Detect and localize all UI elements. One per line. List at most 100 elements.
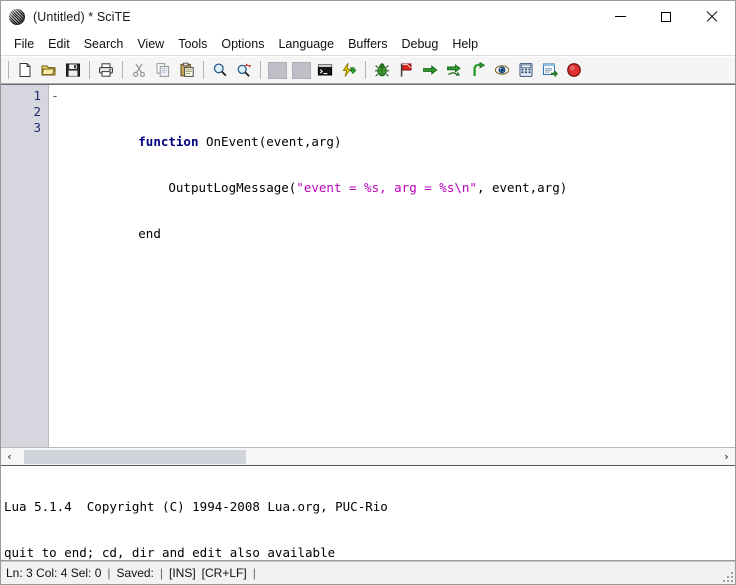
cut-icon	[132, 63, 145, 77]
open-file-button[interactable]	[38, 59, 60, 81]
calculator-button[interactable]	[515, 59, 537, 81]
toolbar-separator	[122, 61, 123, 79]
watch-button[interactable]	[491, 59, 513, 81]
print-button[interactable]	[95, 59, 117, 81]
status-saved: Saved:	[116, 566, 154, 580]
status-divider: |	[252, 566, 256, 580]
menu-help[interactable]: Help	[445, 35, 485, 53]
breakpoint-button[interactable]	[395, 59, 417, 81]
menu-options[interactable]: Options	[214, 35, 271, 53]
cut-button[interactable]	[128, 59, 150, 81]
fold-marker[interactable]: -	[49, 88, 61, 104]
code-text-area[interactable]: function OnEvent(event,arg) OutputLogMes…	[61, 85, 735, 447]
copy-icon	[156, 63, 170, 77]
step-into-button[interactable]	[443, 59, 465, 81]
horizontal-scrollbar[interactable]: ‹ ›	[1, 447, 735, 465]
minimize-button[interactable]	[597, 1, 643, 32]
step-out-button[interactable]	[467, 59, 489, 81]
new-file-button[interactable]	[14, 59, 36, 81]
paste-icon	[180, 62, 194, 77]
menu-search[interactable]: Search	[77, 35, 131, 53]
redo-icon	[291, 61, 311, 79]
find-button[interactable]	[209, 59, 231, 81]
new-file-icon	[19, 63, 31, 77]
toolbar	[1, 56, 735, 84]
editor-row: 1 2 3 - function OnEvent(event,arg) Outp…	[1, 85, 735, 447]
scrollbar-track[interactable]	[18, 448, 718, 465]
save-file-icon	[66, 63, 80, 77]
go-button[interactable]	[338, 59, 360, 81]
menu-bar: File Edit Search View Tools Options Lang…	[1, 33, 735, 56]
menu-edit[interactable]: Edit	[41, 35, 77, 53]
code-token-text: , event,arg)	[476, 180, 568, 195]
toolbar-separator	[365, 61, 366, 79]
output-pane[interactable]: Lua 5.1.4 Copyright (C) 1994-2008 Lua.or…	[1, 465, 735, 561]
status-eol-mode: [CR+LF]	[201, 566, 247, 580]
code-token-text: OnEvent(event,arg)	[198, 134, 342, 149]
step-into-icon	[447, 64, 461, 76]
copy-button[interactable]	[152, 59, 174, 81]
menu-language[interactable]: Language	[271, 35, 341, 53]
line-number: 3	[33, 120, 41, 135]
menu-view[interactable]: View	[130, 35, 171, 53]
undo-icon	[267, 61, 287, 79]
output-window-button[interactable]	[539, 59, 561, 81]
code-token-text: end	[138, 226, 161, 241]
scite-window: (Untitled) * SciTE File Edit Search View…	[0, 0, 736, 585]
menu-buffers[interactable]: Buffers	[341, 35, 394, 53]
status-bar: Ln: 3 Col: 4 Sel: 0 | Saved: | [INS] [CR…	[1, 561, 735, 584]
status-divider: |	[159, 566, 163, 580]
output-line: quit to end; cd, dir and edit also avail…	[4, 545, 336, 560]
open-file-icon	[41, 65, 56, 76]
step-over-button[interactable]	[419, 59, 441, 81]
maximize-button[interactable]	[643, 1, 689, 32]
code-token-text: OutputLogMessage(	[138, 180, 297, 195]
replace-button[interactable]	[233, 59, 255, 81]
print-icon	[99, 63, 113, 77]
calculator-icon	[519, 63, 533, 77]
paste-button[interactable]	[176, 59, 198, 81]
editor-pane: 1 2 3 - function OnEvent(event,arg) Outp…	[1, 84, 735, 465]
resize-grip[interactable]	[720, 569, 733, 582]
menu-debug[interactable]: Debug	[394, 35, 445, 53]
code-token-keyword: function	[138, 134, 199, 149]
minimize-icon	[614, 16, 626, 17]
fold-marker	[49, 104, 61, 120]
stop-icon	[567, 63, 581, 77]
fold-marker	[49, 120, 61, 136]
code-line[interactable]: end	[61, 210, 735, 241]
title-bar: (Untitled) * SciTE	[1, 1, 735, 33]
toolbar-separator	[203, 61, 204, 79]
line-number-margin: 1 2 3	[1, 85, 49, 447]
output-window-icon	[542, 63, 558, 78]
status-divider: |	[107, 566, 111, 580]
debug-start-icon	[375, 63, 389, 77]
status-insert-mode: [INS]	[169, 566, 196, 580]
debug-start-button[interactable]	[371, 59, 393, 81]
status-position: Ln: 3 Col: 4 Sel: 0	[6, 566, 102, 580]
stop-button[interactable]	[563, 59, 585, 81]
scroll-right-arrow-icon[interactable]: ›	[718, 449, 735, 465]
window-controls	[597, 1, 735, 32]
console-icon	[317, 64, 333, 76]
line-number: 1	[33, 88, 41, 103]
window-title: (Untitled) * SciTE	[33, 9, 131, 24]
output-line: Lua 5.1.4 Copyright (C) 1994-2008 Lua.or…	[4, 499, 388, 514]
scroll-left-arrow-icon[interactable]: ‹	[1, 449, 18, 465]
code-line[interactable]: function OnEvent(event,arg)	[61, 118, 735, 149]
save-file-button[interactable]	[62, 59, 84, 81]
redo-button[interactable]	[290, 59, 312, 81]
menu-tools[interactable]: Tools	[171, 35, 214, 53]
fold-margin[interactable]: -	[49, 85, 61, 447]
menu-file[interactable]: File	[7, 35, 41, 53]
close-icon	[706, 11, 718, 23]
watch-icon	[494, 65, 510, 75]
close-button[interactable]	[689, 1, 735, 32]
code-line[interactable]: OutputLogMessage("event = %s, arg = %s\n…	[61, 164, 735, 195]
toolbar-separator	[260, 61, 261, 79]
step-out-icon	[473, 62, 486, 76]
undo-button[interactable]	[266, 59, 288, 81]
scrollbar-thumb[interactable]	[24, 449, 246, 464]
console-button[interactable]	[314, 59, 336, 81]
breakpoint-icon	[400, 63, 412, 77]
